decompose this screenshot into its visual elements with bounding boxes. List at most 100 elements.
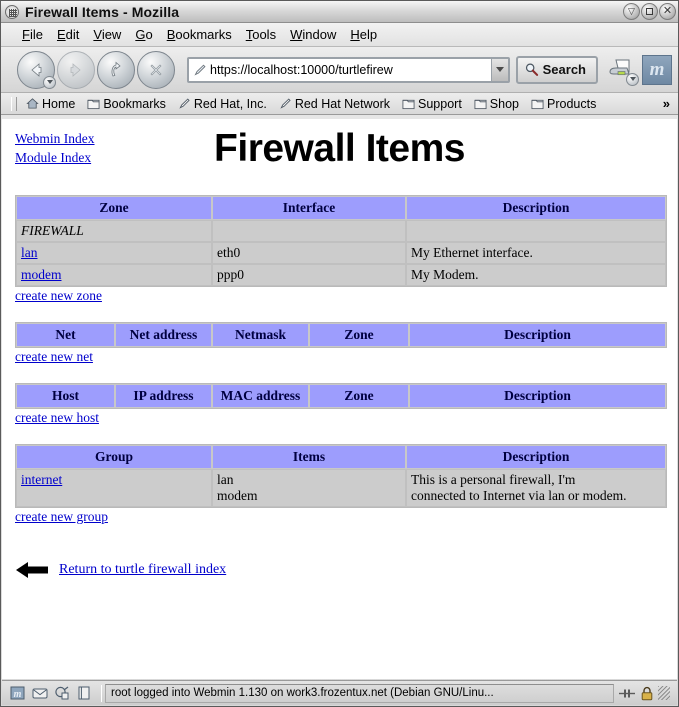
menu-help-accesskey: H <box>350 27 360 42</box>
back-button[interactable] <box>17 50 56 89</box>
back-history-dropdown[interactable] <box>43 75 56 89</box>
bookmark-support[interactable]: Support <box>396 97 468 111</box>
toolbar-grip[interactable] <box>11 96 17 111</box>
group-item-line: modem <box>217 488 258 503</box>
bookmark-icon <box>280 98 291 109</box>
menu-view[interactable]: View <box>86 25 128 44</box>
bookmarks-toolbar: Home Bookmarks Red Hat, Inc. Red Hat Net… <box>1 93 678 115</box>
padlock-icon[interactable] <box>640 686 654 701</box>
status-separator <box>101 684 102 702</box>
zone-description-lan: My Ethernet interface. <box>406 242 666 264</box>
menu-window[interactable]: Window <box>283 25 343 44</box>
zone-interface-lan: eth0 <box>212 242 406 264</box>
nets-header-zone: Zone <box>309 323 409 347</box>
hosts-header-mac-address: MAC address <box>212 384 309 408</box>
folder-icon <box>87 99 100 109</box>
return-row: Return to turtle firewall index <box>15 559 677 581</box>
menu-go-accesskey: G <box>135 27 146 42</box>
window-title: Firewall Items - Mozilla <box>25 3 180 20</box>
zone-link-modem[interactable]: modem <box>21 267 62 282</box>
menu-help-label: elp <box>359 27 378 42</box>
transfer-icon[interactable] <box>618 687 636 700</box>
zones-header-interface: Interface <box>212 196 406 220</box>
status-bar: m root logged into Webmin 1.130 on work3… <box>2 680 677 705</box>
create-new-group-link[interactable]: create new group <box>15 509 664 525</box>
menu-bar: File Edit View Go Bookmarks Tools Window… <box>1 23 678 47</box>
reload-button[interactable] <box>97 50 135 89</box>
hosts-header-host: Host <box>16 384 115 408</box>
group-link-internet[interactable]: internet <box>21 472 62 487</box>
bookmark-home[interactable]: Home <box>20 97 81 111</box>
menu-bookmarks[interactable]: Bookmarks <box>160 25 239 44</box>
minimize-icon: ▽ <box>628 6 635 16</box>
page-content: Webmin Index Module Index Firewall Items… <box>2 119 677 679</box>
bookmark-support-label: Support <box>418 96 462 111</box>
bookmark-products[interactable]: Products <box>525 97 602 111</box>
mail-icon[interactable] <box>31 686 48 701</box>
print-button[interactable] <box>604 53 639 87</box>
menu-tools[interactable]: Tools <box>239 25 283 44</box>
table-row: modem ppp0 My Modem. <box>16 264 666 286</box>
zone-cell-modem: modem <box>16 264 212 286</box>
menu-view-label: iew <box>101 27 122 42</box>
menu-bookmarks-label: ookmarks <box>175 27 232 42</box>
status-message: root logged into Webmin 1.130 on work3.f… <box>105 683 614 703</box>
bookmark-shop[interactable]: Shop <box>468 97 525 111</box>
close-button[interactable]: ✕ <box>659 3 676 20</box>
menu-view-accesskey: V <box>93 27 102 42</box>
menu-edit[interactable]: Edit <box>50 25 86 44</box>
webmin-index-link[interactable]: Webmin Index <box>15 129 95 148</box>
reload-icon <box>111 61 121 76</box>
bookmarks-overflow-button[interactable]: » <box>663 96 678 111</box>
menu-file[interactable]: File <box>15 25 50 44</box>
url-dropdown-button[interactable] <box>490 58 508 81</box>
print-dropdown[interactable] <box>626 72 639 86</box>
bookmark-redhat-network[interactable]: Red Hat Network <box>273 97 396 111</box>
nets-header-net: Net <box>16 323 115 347</box>
create-new-zone-link[interactable]: create new zone <box>15 288 664 304</box>
addressbook-glyph <box>78 686 89 700</box>
create-new-host-link[interactable]: create new host <box>15 410 664 426</box>
zone-name-firewall: FIREWALL <box>16 220 212 242</box>
back-arrow-icon <box>31 62 42 77</box>
bookmark-redhat-inc[interactable]: Red Hat, Inc. <box>172 97 273 111</box>
minimize-button[interactable]: ▽ <box>623 3 640 20</box>
page-title: Firewall Items <box>214 127 465 170</box>
hosts-table: Host IP address MAC address Zone Descrip… <box>15 383 667 409</box>
maximize-button[interactable] <box>641 3 658 20</box>
menu-file-accesskey: F <box>22 27 30 42</box>
forward-button[interactable] <box>57 50 95 89</box>
zones-header-zone: Zone <box>16 196 212 220</box>
menu-help[interactable]: Help <box>343 25 384 44</box>
bookmark-shop-label: Shop <box>489 96 519 111</box>
menu-window-label: indow <box>302 27 337 42</box>
index-links: Webmin Index Module Index <box>15 129 95 167</box>
mozilla-window-icon <box>5 4 19 19</box>
group-items-internet: lan modem <box>212 469 406 507</box>
bookmark-bookmarks[interactable]: Bookmarks <box>81 97 172 111</box>
folder-icon <box>531 99 544 109</box>
url-input[interactable]: https://localhost:10000/turtlefirew <box>210 63 491 77</box>
module-index-link[interactable]: Module Index <box>15 148 95 167</box>
zone-link-lan[interactable]: lan <box>21 245 38 260</box>
bookmark-redhat-network-label: Red Hat Network <box>294 96 391 111</box>
mozilla-logo[interactable]: m <box>642 54 672 85</box>
menu-go[interactable]: Go <box>128 25 159 44</box>
folder-icon <box>474 99 487 109</box>
composer-icon[interactable] <box>53 686 70 701</box>
search-button-label: Search <box>542 62 586 77</box>
return-to-index-link[interactable]: Return to turtle firewall index <box>59 562 226 578</box>
browser-icon[interactable]: m <box>9 686 26 701</box>
resize-grip[interactable] <box>658 686 670 700</box>
addressbook-icon[interactable] <box>75 686 92 701</box>
zone-description-modem: My Modem. <box>406 264 666 286</box>
url-input-wrapper[interactable]: https://localhost:10000/turtlefirew <box>187 56 510 83</box>
stop-button[interactable] <box>137 50 175 89</box>
create-new-net-link[interactable]: create new net <box>15 349 664 365</box>
nets-header-netmask: Netmask <box>212 323 309 347</box>
title-bar: Firewall Items - Mozilla ▽ ✕ <box>1 1 678 23</box>
search-button[interactable]: Search <box>515 55 598 84</box>
table-row: FIREWALL <box>16 220 666 242</box>
